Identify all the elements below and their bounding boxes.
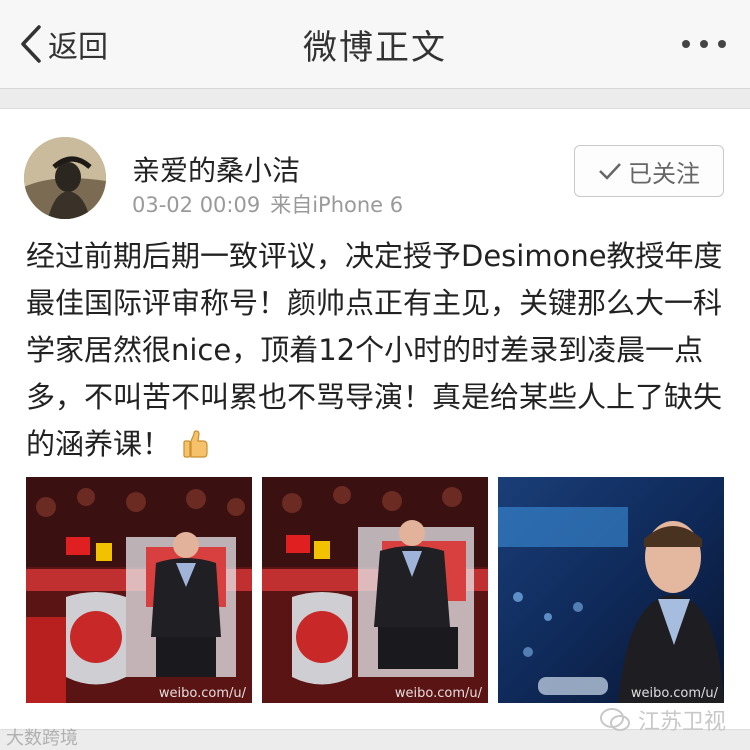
avatar-image <box>24 137 106 219</box>
post-source: 来自iPhone 6 <box>270 193 404 217</box>
thumbs-up-icon <box>183 430 208 458</box>
follow-button[interactable]: 已关注 <box>574 145 724 197</box>
image-watermark: weibo.com/u/ <box>630 686 718 701</box>
page-title: 微博正文 <box>303 28 447 68</box>
wechat-icon <box>599 708 630 731</box>
post-image-2[interactable]: weibo.com/u/ <box>262 477 488 703</box>
follow-label: 已关注 <box>628 159 700 188</box>
channel-name: 江苏卫视 <box>637 710 726 735</box>
post-time: 03-02 00:09 <box>132 193 261 217</box>
image-watermark: weibo.com/u/ <box>394 686 482 701</box>
post-text: 经过前期后期一致评议，决定授予Desimone教授年度最佳国际评审称号！颜帅点正… <box>26 233 730 468</box>
channel-watermark: 江苏卫视 <box>599 704 726 736</box>
username[interactable]: 亲爱的桑小洁 <box>132 149 300 189</box>
photo-tv-stage <box>262 477 488 703</box>
post-body: 经过前期后期一致评议，决定授予Desimone教授年度最佳国际评审称号！颜帅点正… <box>26 239 723 461</box>
image-watermark: weibo.com/u/ <box>158 686 246 701</box>
post-image-3[interactable]: weibo.com/u/ <box>498 477 724 703</box>
source-watermark: 大数跨境 <box>6 728 78 749</box>
post-meta: 03-02 00:09 来自iPhone 6 <box>132 189 403 219</box>
check-icon <box>599 163 621 180</box>
more-options-button[interactable] <box>682 40 726 48</box>
avatar[interactable] <box>24 137 106 219</box>
photo-portrait-closeup <box>498 477 724 703</box>
dot-icon <box>718 40 726 48</box>
top-navbar: 返回 微博正文 <box>0 0 750 89</box>
dot-icon <box>700 40 708 48</box>
dot-icon <box>682 40 690 48</box>
post-card: 亲爱的桑小洁 03-02 00:09 来自iPhone 6 已关注 经过前期后期一… <box>0 108 750 730</box>
post-image-1[interactable]: weibo.com/u/ <box>26 477 252 703</box>
photo-tv-stage <box>26 477 252 703</box>
